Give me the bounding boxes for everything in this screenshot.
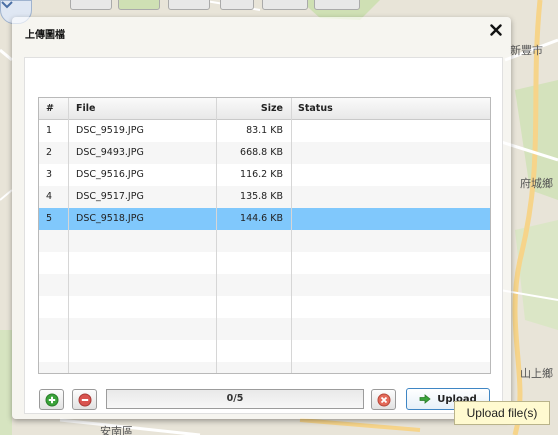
file-row-number: 1 bbox=[46, 125, 53, 136]
column-divider bbox=[216, 98, 217, 373]
column-header-number[interactable]: # bbox=[46, 98, 66, 119]
file-row-number: 2 bbox=[46, 147, 53, 158]
remove-file-button[interactable] bbox=[72, 389, 97, 410]
file-row-status bbox=[298, 186, 478, 208]
upload-tooltip: Upload file(s) bbox=[454, 401, 550, 425]
map-place-label: 府城鄉 bbox=[520, 177, 553, 190]
map-toolbar-button[interactable] bbox=[314, 0, 360, 10]
close-button[interactable] bbox=[488, 20, 504, 40]
map-place-label: 新豐市 bbox=[510, 44, 543, 57]
cancel-x-icon bbox=[377, 393, 390, 406]
column-divider bbox=[291, 98, 292, 373]
file-row-size: 83.1 KB bbox=[246, 125, 283, 136]
map-toolbar-button[interactable] bbox=[168, 0, 210, 10]
file-row-size: 144.6 KB bbox=[240, 213, 283, 224]
minus-circle-icon bbox=[78, 393, 91, 406]
plus-circle-icon bbox=[45, 393, 58, 406]
empty-row bbox=[39, 274, 490, 296]
empty-row bbox=[39, 340, 490, 362]
file-row-status bbox=[298, 120, 478, 142]
map-toolbar bbox=[0, 0, 558, 10]
column-divider bbox=[68, 98, 69, 373]
dialog-body: # File Size Status 1 DSC_9519.JPG 83.1 KB 2… bbox=[24, 57, 503, 414]
empty-row bbox=[39, 362, 490, 373]
arrow-right-icon bbox=[419, 394, 431, 404]
file-row-name: DSC_9493.JPG bbox=[76, 147, 144, 158]
progress-text: 0/5 bbox=[226, 393, 244, 404]
file-row-number: 4 bbox=[46, 191, 53, 202]
cancel-upload-button[interactable] bbox=[371, 389, 396, 410]
empty-row bbox=[39, 318, 490, 340]
map-toolbar-button[interactable] bbox=[220, 0, 254, 10]
close-icon bbox=[490, 24, 502, 36]
file-row[interactable]: 5 DSC_9518.JPG 144.6 KB bbox=[39, 208, 490, 230]
add-file-button[interactable] bbox=[39, 389, 64, 410]
file-row-size: 135.8 KB bbox=[240, 191, 283, 202]
map-toolbar-button[interactable] bbox=[262, 0, 308, 10]
file-row-status bbox=[298, 164, 478, 186]
file-row[interactable]: 2 DSC_9493.JPG 668.8 KB bbox=[39, 142, 490, 164]
empty-row bbox=[39, 230, 490, 252]
upload-progress-bar: 0/5 bbox=[106, 389, 364, 409]
file-row-name: DSC_9517.JPG bbox=[76, 191, 144, 202]
map-place-label: 安南區 bbox=[100, 425, 133, 435]
file-row-size: 668.8 KB bbox=[240, 147, 283, 158]
file-row-size: 116.2 KB bbox=[240, 169, 283, 180]
file-row[interactable]: 1 DSC_9519.JPG 83.1 KB bbox=[39, 120, 490, 142]
file-row-status bbox=[298, 208, 478, 230]
file-row-name: DSC_9518.JPG bbox=[76, 213, 144, 224]
file-row[interactable]: 3 DSC_9516.JPG 116.2 KB bbox=[39, 164, 490, 186]
column-header-size[interactable]: Size bbox=[217, 98, 283, 119]
upload-dialog: 上傳圖檔 # File Size Status 1 DSC_9519.JPG 83.… bbox=[12, 17, 511, 419]
map-toolbar-button[interactable] bbox=[118, 0, 160, 10]
empty-row bbox=[39, 296, 490, 318]
file-row-name: DSC_9516.JPG bbox=[76, 169, 144, 180]
chevron-down-icon bbox=[1, 1, 13, 9]
column-header-status[interactable]: Status bbox=[298, 98, 478, 119]
empty-row bbox=[39, 252, 490, 274]
file-row-number: 5 bbox=[46, 213, 53, 224]
file-list-grid: # File Size Status 1 DSC_9519.JPG 83.1 KB 2… bbox=[38, 97, 491, 374]
file-row-status bbox=[298, 142, 478, 164]
file-row-number: 3 bbox=[46, 169, 53, 180]
file-row-name: DSC_9519.JPG bbox=[76, 125, 144, 136]
dialog-title: 上傳圖檔 bbox=[25, 30, 65, 41]
map-place-label: 山上鄉 bbox=[520, 367, 553, 380]
column-header-file[interactable]: File bbox=[76, 98, 216, 119]
file-row[interactable]: 4 DSC_9517.JPG 135.8 KB bbox=[39, 186, 490, 208]
map-toolbar-button[interactable] bbox=[70, 0, 112, 10]
grid-header-row: # File Size Status bbox=[39, 98, 490, 120]
